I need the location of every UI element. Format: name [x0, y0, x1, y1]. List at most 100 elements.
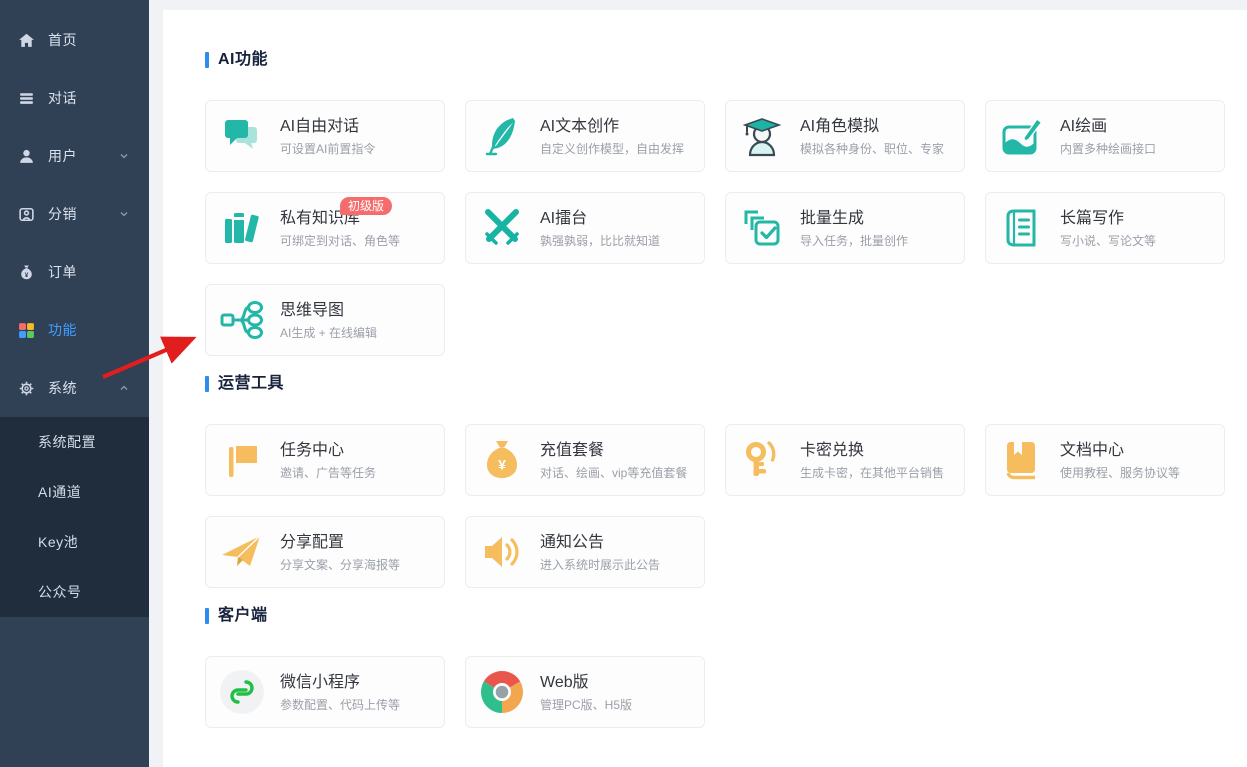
card-title: 文档中心 — [1060, 441, 1180, 461]
card-ai-role-simulation[interactable]: AI角色模拟模拟各种身份、职位、专家 — [725, 100, 965, 172]
mindmap-icon — [218, 296, 266, 344]
sidebar-item-label: 功能 — [48, 320, 77, 340]
chat-icon — [218, 112, 266, 160]
chevron-down-icon — [119, 209, 129, 219]
card-title: AI角色模拟 — [800, 117, 944, 137]
card-ai-text-creation[interactable]: AI文本创作自定义创作模型，自由发挥 — [465, 100, 705, 172]
sidebar-item-system[interactable]: 系统 — [0, 359, 149, 417]
svg-text:¥: ¥ — [25, 271, 29, 278]
section-title: AI功能 — [218, 52, 268, 68]
card-desc: 可设置AI前置指令 — [280, 142, 375, 156]
sidebar-item-label: 系统 — [48, 378, 77, 398]
card-desc: 可绑定到对话、角色等 — [280, 234, 400, 248]
sidebar-item-home[interactable]: 首页 — [0, 11, 149, 69]
card-card-key-redeem[interactable]: 卡密兑换生成卡密，在其他平台销售 — [725, 424, 965, 496]
batch-check-icon — [738, 204, 786, 252]
client-card-grid: 微信小程序参数配置、代码上传等 Web版管理PC版、H5版 — [205, 656, 1227, 728]
svg-text:¥: ¥ — [498, 457, 506, 473]
card-notice-announcement[interactable]: 通知公告进入系统时展示此公告 — [465, 516, 705, 588]
flag-icon — [218, 436, 266, 484]
card-doc-center[interactable]: 文档中心使用教程、服务协议等 — [985, 424, 1225, 496]
order-moneybag-icon: ¥ — [18, 264, 35, 281]
chevron-up-icon — [119, 383, 129, 393]
card-desc: 生成卡密，在其他平台销售 — [800, 466, 944, 480]
graduate-icon — [738, 112, 786, 160]
sidebar-item-user[interactable]: 用户 — [0, 127, 149, 185]
card-desc: 模拟各种身份、职位、专家 — [800, 142, 944, 156]
submenu-label: 公众号 — [38, 582, 82, 602]
submenu-label: Key池 — [38, 532, 78, 552]
card-desc: AI生成 + 在线编辑 — [280, 326, 377, 340]
card-wechat-miniprogram[interactable]: 微信小程序参数配置、代码上传等 — [205, 656, 445, 728]
chrome-browser-icon — [478, 668, 526, 716]
card-title: 批量生成 — [800, 209, 908, 229]
section-marker — [205, 376, 209, 392]
card-title: AI擂台 — [540, 209, 660, 229]
paint-icon — [998, 112, 1046, 160]
sidebar-item-label: 用户 — [48, 146, 77, 166]
card-desc: 邀请、广告等任务 — [280, 466, 376, 480]
doc-book-icon — [998, 436, 1046, 484]
sidebar-item-order[interactable]: ¥ 订单 — [0, 243, 149, 301]
submenu-item-key-pool[interactable]: Key池 — [0, 517, 149, 567]
card-ai-painting[interactable]: AI绘画内置多种绘画接口 — [985, 100, 1225, 172]
card-desc: 进入系统时展示此公告 — [540, 558, 660, 572]
swords-icon — [478, 204, 526, 252]
card-title: 通知公告 — [540, 533, 660, 553]
feather-icon — [478, 112, 526, 160]
sidebar: 首页 对话 用户 分销 — [0, 0, 149, 767]
card-desc: 参数配置、代码上传等 — [280, 698, 400, 712]
wechat-miniprogram-icon — [218, 668, 266, 716]
books-icon — [218, 204, 266, 252]
card-task-center[interactable]: 任务中心邀请、广告等任务 — [205, 424, 445, 496]
submenu-item-system-config[interactable]: 系统配置 — [0, 417, 149, 467]
card-title: 任务中心 — [280, 441, 376, 461]
moneybag-icon: ¥ — [478, 436, 526, 484]
section-marker — [205, 608, 209, 624]
speaker-icon — [478, 528, 526, 576]
card-desc: 内置多种绘画接口 — [1060, 142, 1156, 156]
card-private-knowledge-base[interactable]: 私有知识库可绑定到对话、角色等 初级版 — [205, 192, 445, 264]
dialog-icon — [18, 90, 35, 107]
submenu-item-official-account[interactable]: 公众号 — [0, 567, 149, 617]
card-title: 微信小程序 — [280, 673, 400, 693]
card-title: Web版 — [540, 673, 632, 693]
sidebar-item-distribution[interactable]: 分销 — [0, 185, 149, 243]
section-marker — [205, 52, 209, 68]
card-desc: 写小说、写论文等 — [1060, 234, 1156, 248]
sidebar-item-features[interactable]: 功能 — [0, 301, 149, 359]
distribution-icon — [18, 206, 35, 223]
section-header-ops: 运营工具 — [205, 376, 1227, 392]
card-ai-arena[interactable]: AI擂台孰强孰弱，比比就知道 — [465, 192, 705, 264]
card-desc: 分享文案、分享海报等 — [280, 558, 400, 572]
chevron-down-icon — [119, 151, 129, 161]
card-title: 分享配置 — [280, 533, 400, 553]
card-longform-writing[interactable]: 长篇写作写小说、写论文等 — [985, 192, 1225, 264]
card-ai-free-chat[interactable]: AI自由对话可设置AI前置指令 — [205, 100, 445, 172]
user-icon — [18, 148, 35, 165]
sidebar-item-dialog[interactable]: 对话 — [0, 69, 149, 127]
main-area: AI功能 AI自由对话可设置AI前置指令 AI文本创作自定义创作模型，自由发挥 — [149, 0, 1247, 767]
section-title: 客户端 — [218, 608, 268, 624]
card-desc: 孰强孰弱，比比就知道 — [540, 234, 660, 248]
card-title: 思维导图 — [280, 301, 377, 321]
card-batch-generation[interactable]: 批量生成导入任务，批量创作 — [725, 192, 965, 264]
card-title: 卡密兑换 — [800, 441, 944, 461]
card-desc: 管理PC版、H5版 — [540, 698, 632, 712]
level-badge: 初级版 — [340, 197, 392, 215]
card-mind-map[interactable]: 思维导图 AI生成 + 在线编辑 — [205, 284, 445, 356]
card-desc: 使用教程、服务协议等 — [1060, 466, 1180, 480]
card-web-version[interactable]: Web版管理PC版、H5版 — [465, 656, 705, 728]
paper-plane-icon — [218, 528, 266, 576]
section-header-clients: 客户端 — [205, 608, 1227, 624]
card-desc: 对话、绘画、vip等充值套餐 — [540, 466, 687, 480]
ops-card-grid: 任务中心邀请、广告等任务 ¥ 充值套餐对话、绘画、vip等充值套餐 卡密兑换生成… — [205, 424, 1227, 588]
card-title: AI文本创作 — [540, 117, 684, 137]
ai-card-grid: AI自由对话可设置AI前置指令 AI文本创作自定义创作模型，自由发挥 AI角色模… — [205, 100, 1227, 356]
submenu-label: AI通道 — [38, 482, 81, 502]
submenu-item-ai-channel[interactable]: AI通道 — [0, 467, 149, 517]
sidebar-item-label: 对话 — [48, 88, 77, 108]
card-title: 长篇写作 — [1060, 209, 1156, 229]
card-share-config[interactable]: 分享配置分享文案、分享海报等 — [205, 516, 445, 588]
card-recharge-packages[interactable]: ¥ 充值套餐对话、绘画、vip等充值套餐 — [465, 424, 705, 496]
